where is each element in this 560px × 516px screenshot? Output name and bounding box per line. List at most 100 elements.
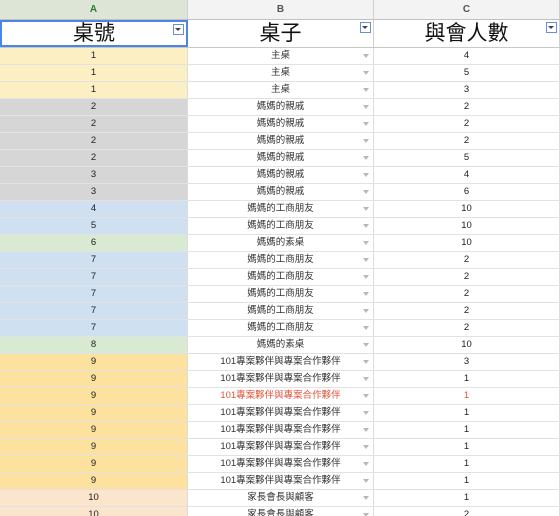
cell-table-name[interactable]: 101專案夥伴與專案合作夥伴 — [188, 405, 374, 421]
cell-table-name[interactable]: 101專案夥伴與專案合作夥伴 — [188, 456, 374, 472]
cell-table-number[interactable]: 3 — [0, 184, 188, 200]
cell-table-name[interactable]: 101專案夥伴與專案合作夥伴 — [188, 439, 374, 455]
filter-icon[interactable] — [173, 24, 184, 35]
cell-table-number[interactable]: 9 — [0, 456, 188, 472]
cell-attendees[interactable]: 2 — [374, 286, 560, 302]
cell-table-name[interactable]: 主桌 — [188, 65, 374, 81]
dropdown-arrow-icon[interactable] — [363, 190, 369, 194]
dropdown-arrow-icon[interactable] — [363, 377, 369, 381]
cell-attendees[interactable]: 1 — [374, 405, 560, 421]
dropdown-arrow-icon[interactable] — [363, 394, 369, 398]
cell-table-number[interactable]: 1 — [0, 48, 188, 64]
cell-table-name[interactable]: 媽媽的工商朋友 — [188, 201, 374, 217]
dropdown-arrow-icon[interactable] — [363, 275, 369, 279]
cell-table-name[interactable]: 媽媽的工商朋友 — [188, 218, 374, 234]
cell-table-number[interactable]: 1 — [0, 65, 188, 81]
cell-table-name[interactable]: 媽媽的親戚 — [188, 184, 374, 200]
cell-attendees[interactable]: 2 — [374, 252, 560, 268]
dropdown-arrow-icon[interactable] — [363, 343, 369, 347]
cell-table-number[interactable]: 9 — [0, 388, 188, 404]
dropdown-arrow-icon[interactable] — [363, 292, 369, 296]
cell-attendees[interactable]: 10 — [374, 235, 560, 251]
column-header-c[interactable]: C — [374, 0, 560, 19]
cell-table-name[interactable]: 101專案夥伴與專案合作夥伴 — [188, 422, 374, 438]
cell-attendees[interactable]: 5 — [374, 150, 560, 166]
header-cell-table-number[interactable]: 桌號 — [0, 20, 188, 47]
dropdown-arrow-icon[interactable] — [363, 224, 369, 228]
cell-table-number[interactable]: 3 — [0, 167, 188, 183]
cell-attendees[interactable]: 5 — [374, 65, 560, 81]
dropdown-arrow-icon[interactable] — [363, 156, 369, 160]
dropdown-arrow-icon[interactable] — [363, 241, 369, 245]
cell-table-name[interactable]: 101專案夥伴與專案合作夥伴 — [188, 371, 374, 387]
cell-table-number[interactable]: 2 — [0, 150, 188, 166]
cell-table-name[interactable]: 主桌 — [188, 48, 374, 64]
cell-attendees[interactable]: 1 — [374, 456, 560, 472]
cell-table-name[interactable]: 101專案夥伴與專案合作夥伴 — [188, 473, 374, 489]
cell-table-name[interactable]: 家長會長與顧客 — [188, 490, 374, 506]
cell-table-number[interactable]: 7 — [0, 286, 188, 302]
cell-table-name[interactable]: 媽媽的工商朋友 — [188, 303, 374, 319]
header-cell-attendees[interactable]: 與會人數 — [374, 20, 560, 47]
cell-attendees[interactable]: 3 — [374, 82, 560, 98]
cell-table-number[interactable]: 7 — [0, 252, 188, 268]
cell-table-number[interactable]: 10 — [0, 507, 188, 516]
cell-attendees[interactable]: 4 — [374, 167, 560, 183]
cell-table-number[interactable]: 9 — [0, 371, 188, 387]
cell-attendees[interactable]: 6 — [374, 184, 560, 200]
cell-attendees[interactable]: 1 — [374, 439, 560, 455]
cell-table-number[interactable]: 4 — [0, 201, 188, 217]
cell-table-name[interactable]: 媽媽的工商朋友 — [188, 320, 374, 336]
dropdown-arrow-icon[interactable] — [363, 88, 369, 92]
dropdown-arrow-icon[interactable] — [363, 71, 369, 75]
cell-table-name[interactable]: 101專案夥伴與專案合作夥伴 — [188, 388, 374, 404]
cell-table-name[interactable]: 101專案夥伴與專案合作夥伴 — [188, 354, 374, 370]
cell-table-number[interactable]: 2 — [0, 116, 188, 132]
cell-attendees[interactable]: 10 — [374, 337, 560, 353]
cell-attendees[interactable]: 2 — [374, 320, 560, 336]
dropdown-arrow-icon[interactable] — [363, 54, 369, 58]
cell-table-name[interactable]: 媽媽的親戚 — [188, 167, 374, 183]
cell-table-number[interactable]: 7 — [0, 320, 188, 336]
dropdown-arrow-icon[interactable] — [363, 105, 369, 109]
dropdown-arrow-icon[interactable] — [363, 496, 369, 500]
cell-table-name[interactable]: 媽媽的工商朋友 — [188, 269, 374, 285]
dropdown-arrow-icon[interactable] — [363, 360, 369, 364]
cell-attendees[interactable]: 2 — [374, 99, 560, 115]
cell-table-name[interactable]: 媽媽的工商朋友 — [188, 286, 374, 302]
dropdown-arrow-icon[interactable] — [363, 139, 369, 143]
cell-attendees[interactable]: 1 — [374, 388, 560, 404]
cell-attendees[interactable]: 2 — [374, 507, 560, 516]
header-cell-table-name[interactable]: 桌子 — [188, 20, 374, 47]
cell-table-number[interactable]: 8 — [0, 337, 188, 353]
cell-table-number[interactable]: 9 — [0, 422, 188, 438]
cell-table-name[interactable]: 主桌 — [188, 82, 374, 98]
cell-table-number[interactable]: 9 — [0, 405, 188, 421]
cell-attendees[interactable]: 3 — [374, 354, 560, 370]
cell-attendees[interactable]: 2 — [374, 269, 560, 285]
cell-table-number[interactable]: 7 — [0, 269, 188, 285]
cell-table-number[interactable]: 7 — [0, 303, 188, 319]
cell-table-name[interactable]: 家長會長與顧客 — [188, 507, 374, 516]
dropdown-arrow-icon[interactable] — [363, 445, 369, 449]
cell-table-name[interactable]: 媽媽的工商朋友 — [188, 252, 374, 268]
cell-table-name[interactable]: 媽媽的素桌 — [188, 337, 374, 353]
dropdown-arrow-icon[interactable] — [363, 428, 369, 432]
cell-table-name[interactable]: 媽媽的親戚 — [188, 99, 374, 115]
cell-table-number[interactable]: 9 — [0, 354, 188, 370]
cell-attendees[interactable]: 2 — [374, 303, 560, 319]
cell-attendees[interactable]: 1 — [374, 371, 560, 387]
dropdown-arrow-icon[interactable] — [363, 411, 369, 415]
dropdown-arrow-icon[interactable] — [363, 479, 369, 483]
cell-attendees[interactable]: 1 — [374, 473, 560, 489]
cell-attendees[interactable]: 10 — [374, 218, 560, 234]
column-header-b[interactable]: B — [188, 0, 374, 19]
dropdown-arrow-icon[interactable] — [363, 309, 369, 313]
cell-table-number[interactable]: 6 — [0, 235, 188, 251]
cell-table-name[interactable]: 媽媽的素桌 — [188, 235, 374, 251]
dropdown-arrow-icon[interactable] — [363, 462, 369, 466]
cell-table-number[interactable]: 10 — [0, 490, 188, 506]
cell-table-number[interactable]: 2 — [0, 99, 188, 115]
filter-icon[interactable] — [360, 22, 371, 33]
cell-table-number[interactable]: 1 — [0, 82, 188, 98]
